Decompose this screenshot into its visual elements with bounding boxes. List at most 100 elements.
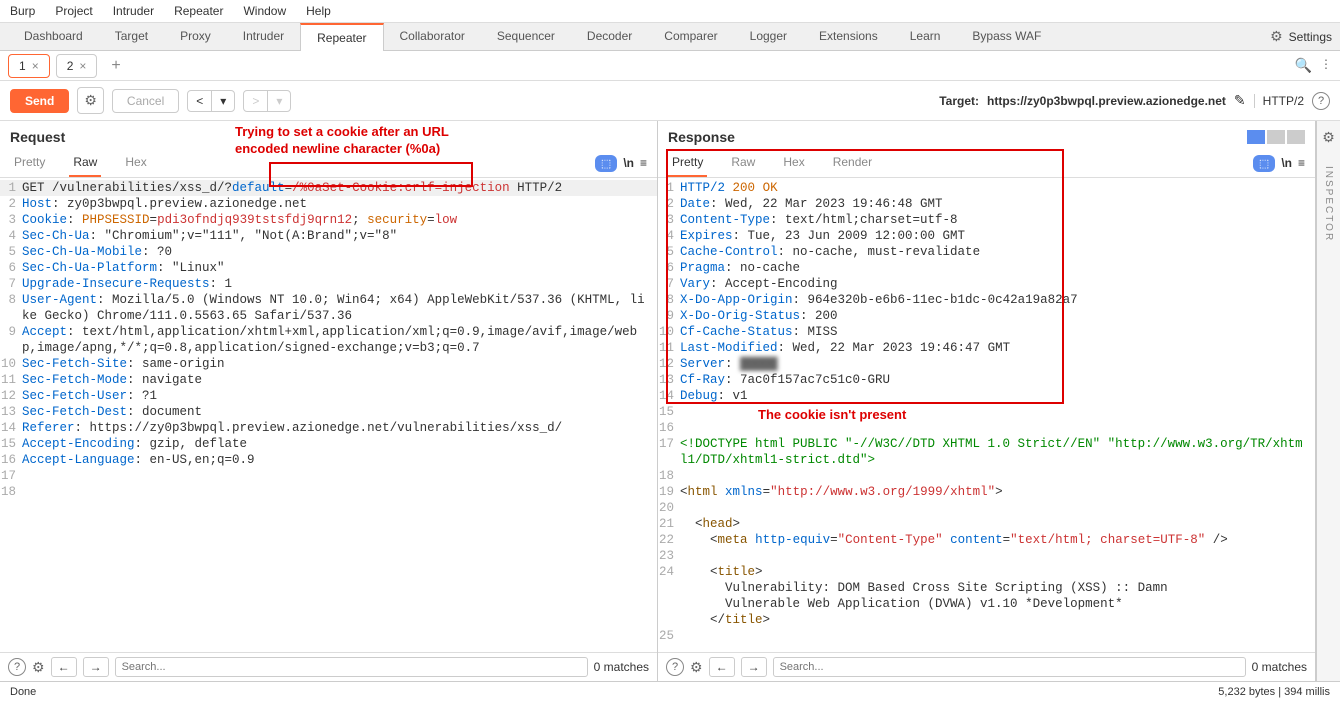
- settings-button[interactable]: ⚙: [77, 87, 104, 114]
- code-line[interactable]: 3Content-Type: text/html;charset=utf-8: [658, 212, 1315, 228]
- cancel-button[interactable]: Cancel: [112, 89, 179, 113]
- code-line[interactable]: 17: [0, 468, 657, 484]
- code-line[interactable]: 9X-Do-Orig-Status: 200: [658, 308, 1315, 324]
- view-tab-raw[interactable]: Raw: [727, 149, 759, 177]
- menu-help[interactable]: Help: [306, 4, 331, 18]
- tool-tab-collaborator[interactable]: Collaborator: [384, 23, 481, 51]
- tool-tab-bypass-waf[interactable]: Bypass WAF: [956, 23, 1057, 51]
- view-tab-hex[interactable]: Hex: [779, 149, 808, 177]
- code-line[interactable]: 15: [658, 404, 1315, 420]
- inspector-rail[interactable]: ⚙ INSPECTOR: [1316, 121, 1340, 681]
- code-line[interactable]: 25: [658, 628, 1315, 644]
- code-line[interactable]: 23: [658, 548, 1315, 564]
- response-editor[interactable]: 1HTTP/2 200 OK2Date: Wed, 22 Mar 2023 19…: [658, 178, 1315, 652]
- code-line[interactable]: 4Sec-Ch-Ua: "Chromium";v="111", "Not(A:B…: [0, 228, 657, 244]
- view-tab-raw[interactable]: Raw: [69, 149, 101, 177]
- code-line[interactable]: 16: [658, 420, 1315, 436]
- code-line[interactable]: 15Accept-Encoding: gzip, deflate: [0, 436, 657, 452]
- code-line[interactable]: 16Accept-Language: en-US,en;q=0.9: [0, 452, 657, 468]
- code-line[interactable]: 18: [0, 484, 657, 500]
- arrow-right-icon[interactable]: →: [83, 657, 109, 677]
- newline-icon[interactable]: \n: [623, 156, 634, 170]
- protocol-label[interactable]: HTTP/2: [1254, 94, 1304, 108]
- tool-tab-decoder[interactable]: Decoder: [571, 23, 648, 51]
- tool-tab-proxy[interactable]: Proxy: [164, 23, 227, 51]
- gear-icon[interactable]: ⚙: [690, 659, 703, 676]
- add-tab-button[interactable]: +: [103, 53, 128, 79]
- tool-tab-comparer[interactable]: Comparer: [648, 23, 733, 51]
- code-line[interactable]: 20: [658, 500, 1315, 516]
- code-line[interactable]: 3Cookie: PHPSESSID=pdi3ofndjq939tstsfdj9…: [0, 212, 657, 228]
- code-line[interactable]: 18: [658, 468, 1315, 484]
- edit-target-icon[interactable]: ✎: [1234, 92, 1246, 109]
- view-tab-pretty[interactable]: Pretty: [10, 149, 49, 177]
- menu-intruder[interactable]: Intruder: [113, 4, 154, 18]
- tool-tab-extensions[interactable]: Extensions: [803, 23, 894, 51]
- hamburger-icon[interactable]: ≡: [1298, 156, 1305, 170]
- code-line[interactable]: 9Accept: text/html,application/xhtml+xml…: [0, 324, 657, 356]
- menu-window[interactable]: Window: [243, 4, 286, 18]
- code-line[interactable]: 7Vary: Accept-Encoding: [658, 276, 1315, 292]
- help-icon[interactable]: ?: [1312, 92, 1330, 110]
- tool-tab-logger[interactable]: Logger: [734, 23, 803, 51]
- menu-repeater[interactable]: Repeater: [174, 4, 223, 18]
- subtab-2[interactable]: 2 ×: [56, 54, 98, 78]
- code-line[interactable]: 12Sec-Fetch-User: ?1: [0, 388, 657, 404]
- arrow-left-icon[interactable]: ←: [51, 657, 77, 677]
- inspector-toggle-icon[interactable]: ⬚: [1253, 155, 1275, 172]
- settings-label[interactable]: Settings: [1289, 30, 1332, 44]
- settings-gear-icon[interactable]: ⚙: [1270, 28, 1283, 45]
- help-icon[interactable]: ?: [666, 658, 684, 676]
- tool-tab-sequencer[interactable]: Sequencer: [481, 23, 571, 51]
- code-line[interactable]: 1HTTP/2 200 OK: [658, 180, 1315, 196]
- view-tab-render[interactable]: Render: [829, 149, 876, 177]
- gear-icon[interactable]: ⚙: [32, 659, 45, 676]
- code-line[interactable]: 21 <head>: [658, 516, 1315, 532]
- code-line[interactable]: 6Pragma: no-cache: [658, 260, 1315, 276]
- code-line[interactable]: 5Sec-Ch-Ua-Mobile: ?0: [0, 244, 657, 260]
- menu-project[interactable]: Project: [55, 4, 92, 18]
- tool-tab-target[interactable]: Target: [99, 23, 164, 51]
- nav-forward-dropdown[interactable]: ▾: [268, 91, 290, 111]
- tool-tab-dashboard[interactable]: Dashboard: [8, 23, 99, 51]
- code-line[interactable]: 17<!DOCTYPE html PUBLIC "-//W3C//DTD XHT…: [658, 436, 1315, 468]
- tool-tab-intruder[interactable]: Intruder: [227, 23, 300, 51]
- code-line[interactable]: 8X-Do-App-Origin: 964e320b-e6b6-11ec-b1d…: [658, 292, 1315, 308]
- close-icon[interactable]: ×: [79, 59, 86, 73]
- tool-tab-learn[interactable]: Learn: [894, 23, 957, 51]
- menu-burp[interactable]: Burp: [10, 4, 35, 18]
- help-icon[interactable]: ?: [8, 658, 26, 676]
- code-line[interactable]: 22 <meta http-equiv="Content-Type" conte…: [658, 532, 1315, 548]
- search-input[interactable]: [773, 657, 1246, 677]
- inspector-toggle-icon[interactable]: ⬚: [595, 155, 617, 172]
- code-line[interactable]: 14Debug: v1: [658, 388, 1315, 404]
- layout-single-icon[interactable]: [1287, 130, 1305, 144]
- code-line[interactable]: 8User-Agent: Mozilla/5.0 (Windows NT 10.…: [0, 292, 657, 324]
- code-line[interactable]: 6Sec-Ch-Ua-Platform: "Linux": [0, 260, 657, 276]
- code-line[interactable]: 2Date: Wed, 22 Mar 2023 19:46:48 GMT: [658, 196, 1315, 212]
- subtab-1[interactable]: 1 ×: [8, 54, 50, 78]
- code-line[interactable]: 13Cf-Ray: 7ac0f157ac7c51c0-GRU: [658, 372, 1315, 388]
- search-input[interactable]: [115, 657, 588, 677]
- code-line[interactable]: 1GET /vulnerabilities/xss_d/?default=/%0…: [0, 180, 657, 196]
- code-line[interactable]: 2Host: zy0p3bwpql.preview.azionedge.net: [0, 196, 657, 212]
- tool-tab-repeater[interactable]: Repeater: [300, 23, 383, 51]
- code-line[interactable]: 5Cache-Control: no-cache, must-revalidat…: [658, 244, 1315, 260]
- nav-back-dropdown[interactable]: ▾: [212, 91, 234, 111]
- code-line[interactable]: 11Last-Modified: Wed, 22 Mar 2023 19:46:…: [658, 340, 1315, 356]
- view-tab-pretty[interactable]: Pretty: [668, 149, 707, 177]
- code-line[interactable]: 13Sec-Fetch-Dest: document: [0, 404, 657, 420]
- code-line[interactable]: 11Sec-Fetch-Mode: navigate: [0, 372, 657, 388]
- send-button[interactable]: Send: [10, 89, 69, 113]
- nav-back-button[interactable]: <: [188, 91, 212, 111]
- arrow-left-icon[interactable]: ←: [709, 657, 735, 677]
- menu-icon[interactable]: ⋮: [1320, 57, 1332, 74]
- newline-icon[interactable]: \n: [1281, 156, 1292, 170]
- nav-forward-button[interactable]: >: [244, 91, 268, 111]
- close-icon[interactable]: ×: [32, 59, 39, 73]
- code-line[interactable]: 19<html xmlns="http://www.w3.org/1999/xh…: [658, 484, 1315, 500]
- code-line[interactable]: 7Upgrade-Insecure-Requests: 1: [0, 276, 657, 292]
- layout-split-icon[interactable]: [1247, 130, 1265, 144]
- code-line[interactable]: 24 <title> Vulnerability: DOM Based Cros…: [658, 564, 1315, 628]
- arrow-right-icon[interactable]: →: [741, 657, 767, 677]
